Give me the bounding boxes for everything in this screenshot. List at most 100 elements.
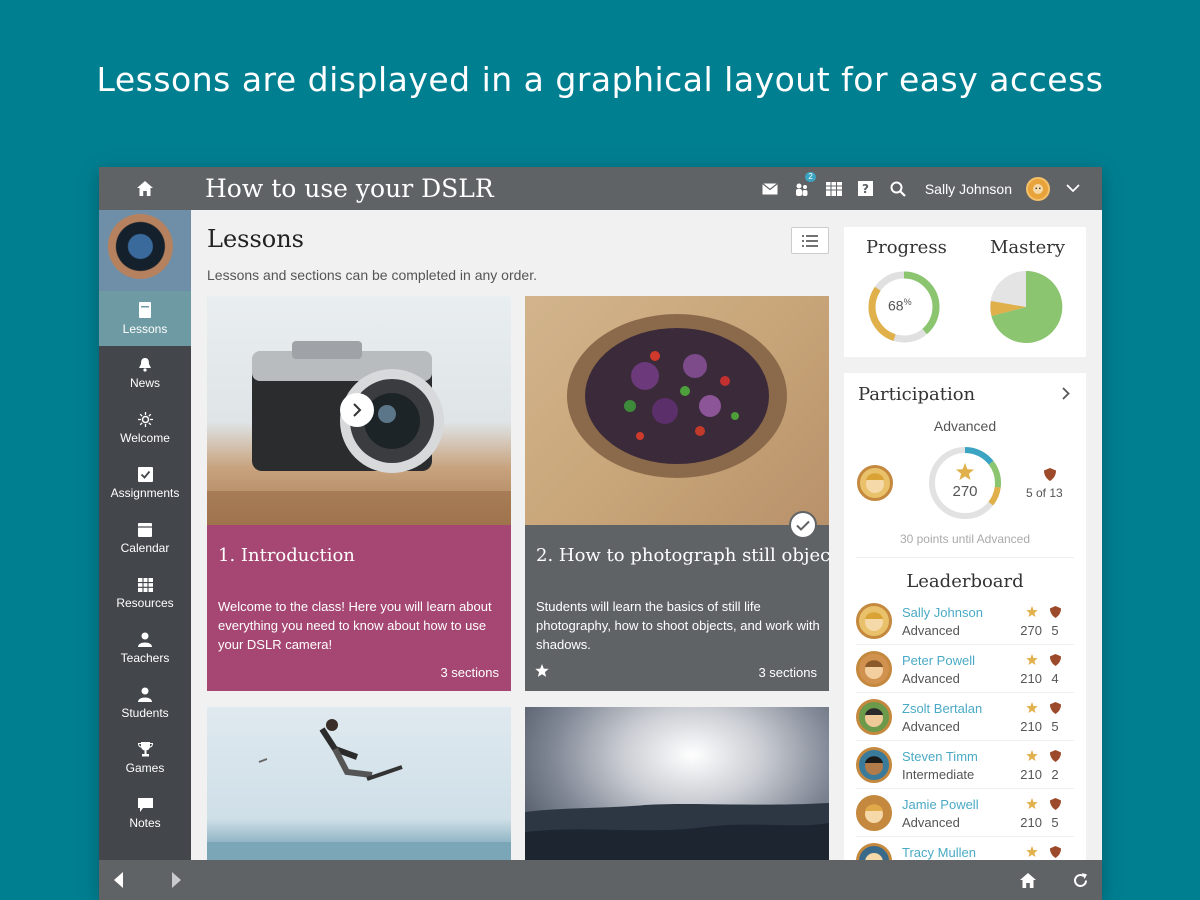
calendar-icon [138, 523, 152, 537]
app-window: How to use your DSLR 2 ? Sally Johnson L… [99, 167, 1102, 900]
sidebar-item-calendar[interactable]: Calendar [99, 511, 191, 566]
bell-icon [139, 358, 151, 372]
leader-avatar [856, 747, 892, 783]
sidebar-item-label: Games [125, 761, 165, 775]
leader-name[interactable]: Tracy Mullen [902, 845, 976, 860]
sidebar-item-games[interactable]: Games [99, 731, 191, 786]
note-icon [137, 797, 153, 812]
leaderboard-row[interactable]: Zsolt Bertalan Advanced 210 5 [856, 693, 1074, 741]
lesson-image [525, 707, 829, 860]
arrow-right-icon [172, 872, 181, 888]
leader-level: Advanced [902, 623, 960, 638]
star-icon [1026, 797, 1038, 815]
sidebar-item-label: Resources [116, 595, 174, 610]
leader-points: 210 [1020, 671, 1042, 686]
mail-icon [761, 182, 778, 194]
leader-name[interactable]: Peter Powell [902, 653, 975, 668]
check-icon [796, 520, 810, 531]
sidebar-item-teachers[interactable]: Teachers [99, 621, 191, 676]
checkbox-icon [137, 467, 153, 482]
toolbar: 2 ? Sally Johnson [761, 167, 1082, 210]
sidebar-item-resources[interactable]: Resources [99, 566, 191, 621]
page-title: Lessons [207, 225, 304, 253]
back-button[interactable] [104, 860, 134, 900]
participation-box: Participation Advanced 270 5 of 13 30 po… [844, 373, 1086, 879]
favorite-star-icon[interactable] [535, 664, 549, 683]
lesson-sections-count: 3 sections [758, 665, 817, 680]
leader-points: 210 [1020, 767, 1042, 782]
calendar-button[interactable] [825, 180, 843, 198]
notification-badge: 2 [805, 171, 816, 182]
star-icon [1026, 653, 1038, 671]
refresh-button[interactable] [1065, 860, 1095, 900]
leader-name[interactable]: Jamie Powell [902, 797, 979, 812]
leaderboard-row[interactable]: Jamie Powell Advanced 210 5 [856, 789, 1074, 837]
leader-badges: 2 [1051, 767, 1059, 782]
list-view-button[interactable] [791, 227, 829, 254]
leader-level: Advanced [902, 671, 960, 686]
lesson-card[interactable]: 2. How to photograph still objects Stude… [525, 296, 829, 691]
forward-button[interactable] [161, 860, 191, 900]
lesson-card[interactable] [525, 707, 829, 860]
shield-icon [1050, 749, 1061, 767]
leader-avatar [856, 603, 892, 639]
sidebar-item-news[interactable]: News [99, 346, 191, 401]
chevron-down-icon [1066, 184, 1080, 193]
sidebar-item-welcome[interactable]: Welcome [99, 401, 191, 456]
notifications-button[interactable]: 2 [793, 171, 816, 198]
chevron-right-icon [1062, 387, 1070, 400]
leaderboard-row[interactable]: Peter Powell Advanced 210 4 [856, 645, 1074, 693]
lesson-card[interactable]: 1. Introduction Welcome to the class! He… [207, 296, 511, 691]
people-icon [795, 183, 808, 196]
sidebar-item-label: News [129, 376, 160, 390]
leader-level: Advanced [902, 719, 960, 734]
lesson-description: Students will learn the basics of still … [536, 599, 820, 652]
lesson-description: Welcome to the class! Here you will lear… [218, 599, 492, 652]
search-button[interactable] [889, 180, 907, 198]
mail-button[interactable] [761, 180, 779, 198]
page-subtitle: Lessons and sections can be completed in… [207, 267, 537, 283]
trophy-icon [137, 742, 153, 757]
user-name[interactable]: Sally Johnson [925, 181, 1012, 197]
user-menu-toggle[interactable] [1064, 180, 1082, 198]
participation-expand-button[interactable] [1062, 387, 1070, 405]
help-button[interactable]: ? [857, 180, 875, 198]
sidebar-item-label: Calendar [120, 541, 170, 555]
sidebar-item-notes[interactable]: Notes [99, 786, 191, 841]
leader-badges: 4 [1051, 671, 1059, 686]
sidebar-item-assignments[interactable]: Assignments [99, 456, 191, 511]
svg-text:?: ? [862, 182, 869, 196]
lesson-title: 2. How to photograph still objects [536, 545, 829, 566]
lesson-card[interactable] [207, 707, 511, 860]
user-avatar[interactable] [1026, 176, 1050, 201]
leader-avatar [856, 699, 892, 735]
lesson-image [525, 296, 829, 525]
mastery-pie [990, 270, 1063, 343]
bottom-home-button[interactable] [1013, 860, 1043, 900]
home-icon [137, 181, 153, 196]
sidebar-item-label: Assignments [110, 486, 180, 500]
next-lesson-button[interactable] [340, 393, 374, 427]
leader-avatar [856, 795, 892, 831]
lessons-main: Lessons Lessons and sections can be comp… [191, 210, 836, 860]
leader-name[interactable]: Steven Timm [902, 749, 978, 764]
leaderboard-row[interactable]: Sally Johnson Advanced 270 5 [856, 597, 1074, 645]
participation-level: Advanced [933, 418, 997, 434]
sidebar-item-lessons[interactable]: Lessons [99, 291, 191, 346]
leader-name[interactable]: Zsolt Bertalan [902, 701, 982, 716]
face-icon [866, 473, 884, 493]
bowl-illustration [567, 314, 787, 478]
lesson-image [207, 707, 511, 860]
home-icon [1020, 872, 1036, 888]
leaderboard-row[interactable]: Steven Timm Intermediate 210 2 [856, 741, 1074, 789]
points-value: 270 [952, 483, 978, 500]
progress-percent: 68% [888, 297, 912, 314]
chevron-right-icon [353, 403, 362, 417]
sidebar-item-students[interactable]: Students [99, 676, 191, 731]
leader-level: Advanced [902, 815, 960, 830]
sun-icon [137, 412, 153, 427]
badge-shield-icon [1044, 468, 1056, 486]
leader-name[interactable]: Sally Johnson [902, 605, 983, 620]
home-button[interactable] [99, 167, 191, 210]
lesson-title: 1. Introduction [218, 545, 355, 566]
